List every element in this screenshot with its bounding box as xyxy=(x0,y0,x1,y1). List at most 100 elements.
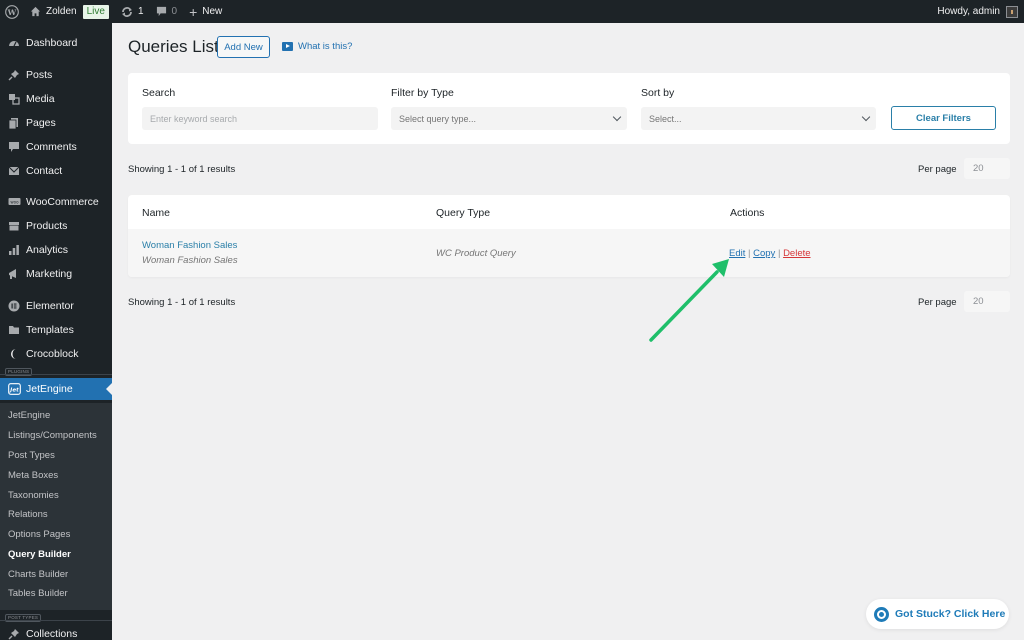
query-subtitle: Woman Fashion Sales xyxy=(142,255,238,266)
sidebar-item-collections[interactable]: Collections xyxy=(0,623,112,640)
admin-bar: W Zolden Live 1 0 + New Howdy, admin xyxy=(0,0,1024,23)
video-play-icon xyxy=(282,42,293,51)
sidebar-item-label: Collections xyxy=(26,628,78,640)
sidebar-item-elementor[interactable]: Elementor xyxy=(0,295,112,317)
sidebar-item-marketing[interactable]: Marketing xyxy=(0,263,112,285)
sort-by-select[interactable]: Select... xyxy=(641,107,876,130)
sidebar-item-label: Marketing xyxy=(26,268,73,280)
sidebar-item-woocommerce[interactable]: woo WooCommerce xyxy=(0,191,112,213)
site-name: Zolden xyxy=(46,6,77,17)
sidebar-item-label: Crocoblock xyxy=(26,348,79,360)
media-icon xyxy=(7,92,21,106)
per-page-input-bottom[interactable]: 20 xyxy=(964,291,1010,312)
got-stuck-label: Got Stuck? Click Here xyxy=(895,608,1006,620)
home-icon xyxy=(30,6,41,17)
woo-icon: woo xyxy=(7,195,21,209)
my-account-link[interactable]: Howdy, admin xyxy=(937,5,1024,18)
sidebar-item-products[interactable]: Products xyxy=(0,215,112,237)
action-separator: | xyxy=(777,248,781,259)
per-page-value: 20 xyxy=(973,163,984,174)
query-name-link[interactable]: Woman Fashion Sales xyxy=(142,240,237,251)
jetengine-icon: Jet xyxy=(7,382,21,396)
annotation-arrow-icon xyxy=(649,259,729,342)
sidebar-item-jetengine[interactable]: Jet JetEngine xyxy=(0,378,112,400)
sort-by-placeholder: Select... xyxy=(649,113,682,124)
per-page-label-top: Per page xyxy=(918,164,957,175)
sidebar-item-contact[interactable]: Contact xyxy=(0,160,112,182)
updates-count: 1 xyxy=(137,6,144,17)
submenu-item-post-types[interactable]: Post Types xyxy=(8,447,55,465)
wordpress-icon: W xyxy=(5,4,19,19)
submenu-item-options-pages[interactable]: Options Pages xyxy=(8,526,70,544)
sidebar-item-posts[interactable]: Posts xyxy=(0,64,112,86)
query-type-select[interactable]: Select query type... xyxy=(391,107,627,130)
avatar xyxy=(1006,5,1018,18)
active-indicator xyxy=(106,383,112,395)
per-page-label-bottom: Per page xyxy=(918,297,957,308)
elementor-icon xyxy=(7,299,21,313)
clear-filters-button[interactable]: Clear Filters xyxy=(891,106,996,130)
sidebar-item-label: Elementor xyxy=(26,300,74,312)
sidebar-item-pages[interactable]: Pages xyxy=(0,112,112,134)
sidebar-item-label: JetEngine xyxy=(26,383,73,395)
queries-table: Name Query Type Actions Woman Fashion Sa… xyxy=(128,195,1010,277)
got-stuck-button[interactable]: Got Stuck? Click Here xyxy=(866,599,1009,629)
wordpress-logo-button[interactable]: W xyxy=(0,0,24,23)
comment-icon xyxy=(7,140,21,154)
sidebar-item-label: Posts xyxy=(26,69,53,81)
search-placeholder: Enter keyword search xyxy=(150,113,238,124)
updates-link[interactable]: 1 xyxy=(115,0,150,23)
sidebar-item-templates[interactable]: Templates xyxy=(0,319,112,341)
chevron-down-icon xyxy=(861,112,871,122)
plus-icon: + xyxy=(189,3,198,20)
admin-sidebar: Dashboard Posts Media Pages Comments Con… xyxy=(0,23,112,640)
submenu-item-meta-boxes[interactable]: Meta Boxes xyxy=(8,467,58,485)
action-separator: | xyxy=(748,248,751,259)
sidebar-item-label: Products xyxy=(26,220,68,232)
submenu-item-relations[interactable]: Relations xyxy=(8,506,48,524)
add-new-button[interactable]: Add New xyxy=(217,36,270,58)
submenu-item-taxonomies[interactable]: Taxonomies xyxy=(8,487,59,505)
lifebuoy-icon xyxy=(874,606,889,622)
new-content-link[interactable]: + New xyxy=(183,0,228,23)
folder-icon xyxy=(7,323,21,337)
sidebar-item-analytics[interactable]: Analytics xyxy=(0,239,112,261)
column-header-query-type: Query Type xyxy=(436,207,491,219)
sidebar-item-label: Templates xyxy=(26,324,74,336)
comments-count: 0 xyxy=(171,6,178,17)
submenu-item-jetengine[interactable]: JetEngine xyxy=(8,407,50,425)
query-type-value: WC Product Query xyxy=(436,248,516,259)
sidebar-item-label: Comments xyxy=(26,141,77,153)
submenu-item-listings[interactable]: Listings/Components xyxy=(8,427,97,445)
pin-icon xyxy=(7,627,21,640)
query-type-placeholder: Select query type... xyxy=(399,113,477,124)
search-input[interactable]: Enter keyword search xyxy=(142,107,378,130)
separator-line xyxy=(0,620,112,621)
delete-link[interactable]: Delete xyxy=(783,248,810,259)
comment-icon xyxy=(156,6,167,17)
sidebar-item-media[interactable]: Media xyxy=(0,88,112,110)
pages-icon xyxy=(7,116,21,130)
row-actions: Edit | Copy | Delete xyxy=(729,248,811,259)
submenu-item-charts-builder[interactable]: Charts Builder xyxy=(8,566,68,584)
per-page-input-top[interactable]: 20 xyxy=(964,158,1010,179)
sidebar-item-dashboard[interactable]: Dashboard xyxy=(0,32,112,54)
site-name-link[interactable]: Zolden Live xyxy=(24,0,115,23)
separator-line xyxy=(0,374,112,375)
sidebar-item-label: Pages xyxy=(26,117,56,129)
updates-icon xyxy=(121,6,133,18)
chart-bar-icon xyxy=(7,243,21,257)
dashboard-icon xyxy=(7,36,21,50)
submenu-item-query-builder[interactable]: Query Builder xyxy=(8,546,71,564)
sidebar-item-comments[interactable]: Comments xyxy=(0,136,112,158)
comments-link[interactable]: 0 xyxy=(150,0,184,23)
column-header-name: Name xyxy=(142,207,171,219)
submenu-item-tables-builder[interactable]: Tables Builder xyxy=(8,585,68,603)
sidebar-item-crocoblock[interactable]: Crocoblock xyxy=(0,343,112,365)
megaphone-icon xyxy=(7,267,21,281)
what-is-this-link[interactable]: What is this? xyxy=(282,41,352,52)
copy-link[interactable]: Copy xyxy=(753,248,775,259)
svg-text:Jet: Jet xyxy=(9,387,19,393)
sidebar-item-label: WooCommerce xyxy=(26,196,99,208)
jetengine-submenu: JetEngine Listings/Components Post Types… xyxy=(0,403,112,610)
